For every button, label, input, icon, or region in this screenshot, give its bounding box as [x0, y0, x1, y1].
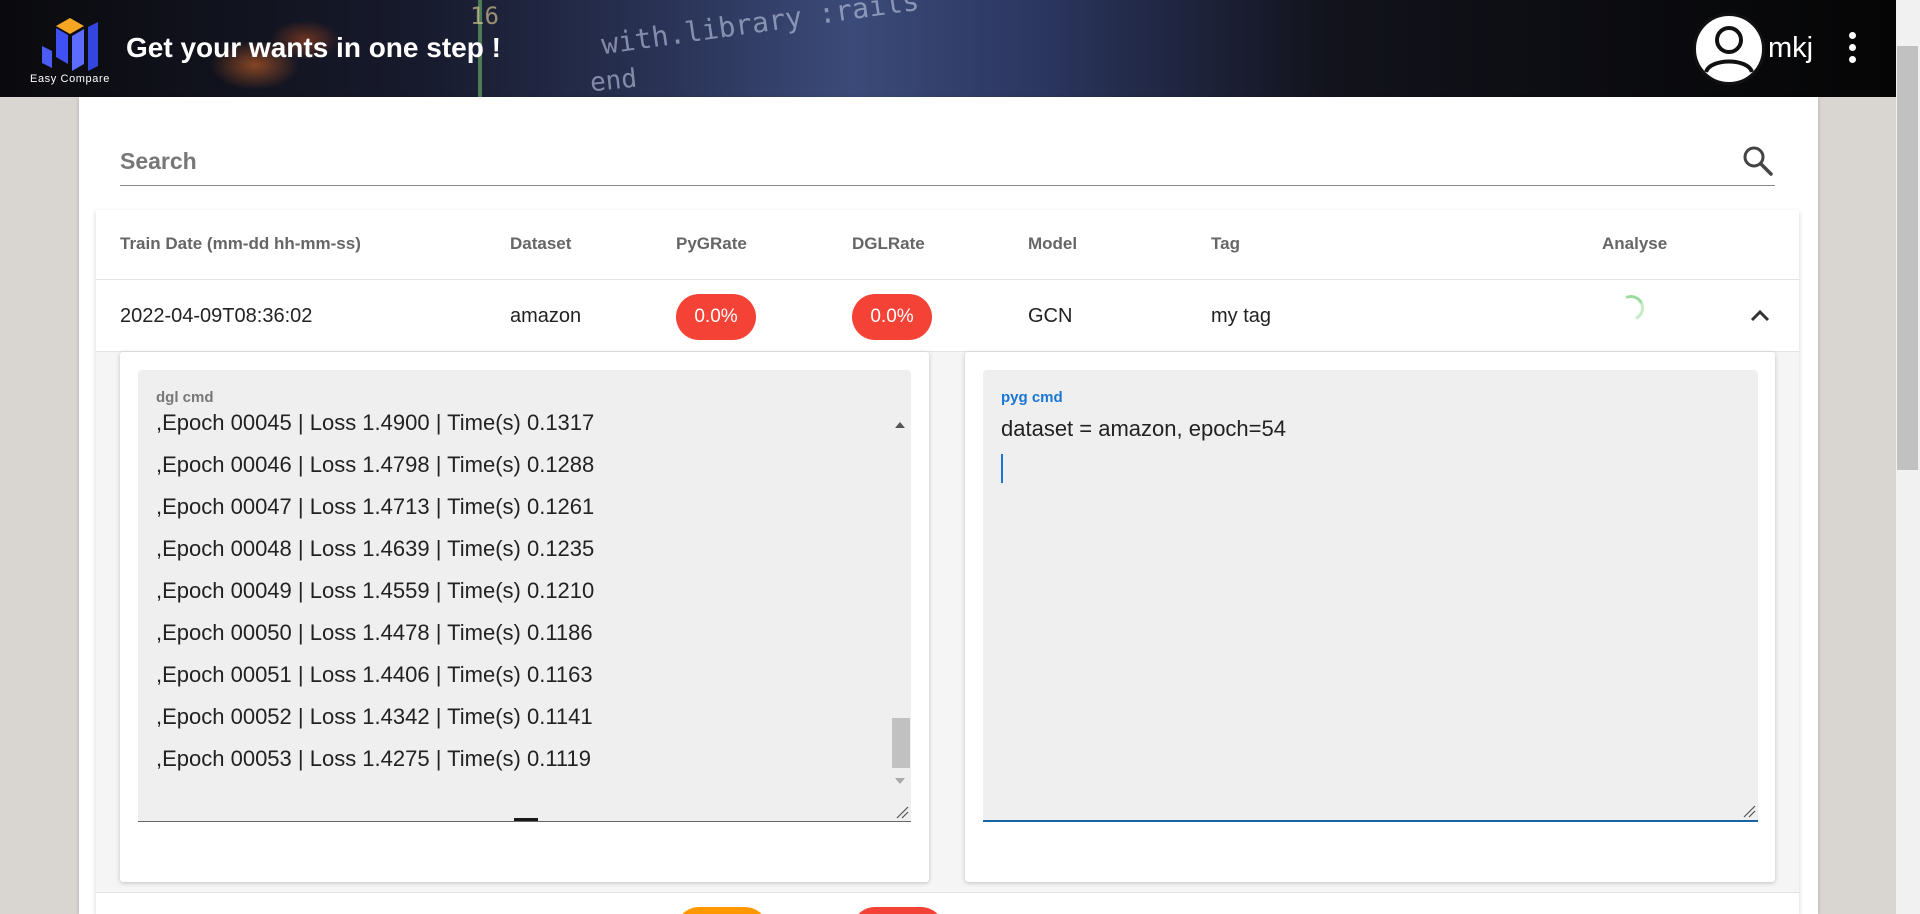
column-header-train-date[interactable]: Train Date (mm-dd hh-mm-ss) — [120, 234, 361, 254]
pyg-rate-badge: 0.0% — [676, 294, 756, 340]
dgl-cmd-log: ,Epoch 00045 | Loss 1.4900 | Time(s) 0.1… — [156, 410, 876, 788]
text-cursor — [1001, 454, 1003, 483]
page-scrollbar[interactable] — [1896, 0, 1920, 914]
dgl-rate-badge — [852, 907, 944, 914]
tag-cell: my tag — [1211, 305, 1272, 327]
results-table: Train Date (mm-dd hh-mm-ss) Dataset PyGR… — [96, 210, 1799, 914]
column-header-pygrate[interactable]: PyGRate — [676, 234, 747, 254]
text-cursor-mark — [514, 818, 538, 821]
avatar[interactable] — [1693, 13, 1765, 85]
page-title: Get your wants in one step ! — [126, 32, 501, 63]
column-header-tag[interactable]: Tag — [1211, 234, 1240, 254]
table-header: Train Date (mm-dd hh-mm-ss) Dataset PyGR… — [96, 210, 1799, 280]
table-row[interactable]: 2022-04-09T08:36:02 amazon 0.0% 0.0% GCN… — [96, 280, 1799, 352]
dgl-cmd-textarea[interactable]: dgl cmd ,Epoch 00045 | Loss 1.4900 | Tim… — [138, 370, 911, 822]
textarea-scrollbar-thumb[interactable] — [892, 718, 910, 768]
app-header: 16 with.library :rails end Easy Compare … — [0, 0, 1896, 97]
pyg-cmd-value[interactable]: dataset = amazon, epoch=54 — [1001, 416, 1286, 442]
log-line: ,Epoch 00045 | Loss 1.4900 | Time(s) 0.1… — [156, 410, 595, 435]
resize-handle-icon[interactable] — [895, 805, 909, 819]
account-circle-icon — [1704, 26, 1754, 73]
scroll-up-arrow-icon[interactable] — [895, 422, 905, 428]
pyg-cmd-panel: pyg cmd dataset = amazon, epoch=54 — [965, 352, 1775, 882]
dgl-rate-badge: 0.0% — [852, 294, 932, 340]
logo-caption: Easy Compare — [30, 73, 110, 85]
dgl-cmd-label: dgl cmd — [156, 389, 214, 406]
chevron-up-icon[interactable] — [1742, 298, 1778, 334]
table-row[interactable] — [96, 892, 1799, 914]
loading-spinner — [1614, 291, 1648, 325]
scroll-down-arrow-icon[interactable] — [895, 778, 905, 784]
log-line: ,Epoch 00049 | Loss 1.4559 | Time(s) 0.1… — [156, 578, 595, 603]
resize-handle-icon[interactable] — [1742, 804, 1756, 818]
log-line: ,Epoch 00046 | Loss 1.4798 | Time(s) 0.1… — [156, 452, 595, 477]
log-line: ,Epoch 00050 | Loss 1.4478 | Time(s) 0.1… — [156, 620, 593, 645]
header-background-code: 16 — [470, 2, 499, 30]
column-header-analyse: Analyse — [1602, 234, 1668, 253]
header-background-code: end — [588, 63, 639, 97]
search-input[interactable] — [120, 146, 1720, 176]
pyg-rate-badge — [676, 907, 768, 914]
search-icon[interactable] — [1741, 144, 1775, 178]
column-header-model[interactable]: Model — [1028, 234, 1077, 254]
column-header-dataset[interactable]: Dataset — [510, 234, 571, 254]
log-line: ,Epoch 00053 | Loss 1.4275 | Time(s) 0.1… — [156, 746, 591, 771]
log-line: ,Epoch 00048 | Loss 1.4639 | Time(s) 0.1… — [156, 536, 595, 561]
log-line: ,Epoch 00052 | Loss 1.4342 | Time(s) 0.1… — [156, 704, 593, 729]
more-vert-icon[interactable] — [1840, 28, 1864, 68]
train-date-cell: 2022-04-09T08:36:02 — [120, 305, 313, 327]
column-header-dglrate[interactable]: DGLRate — [852, 234, 925, 254]
pyg-cmd-textarea[interactable]: pyg cmd dataset = amazon, epoch=54 — [983, 370, 1758, 822]
header-background-code: with.library :rails — [599, 0, 922, 62]
dataset-cell: amazon — [510, 305, 582, 327]
pyg-cmd-label: pyg cmd — [1001, 389, 1063, 406]
page-scrollbar-thumb[interactable] — [1897, 46, 1918, 470]
dgl-cmd-panel: dgl cmd ,Epoch 00045 | Loss 1.4900 | Tim… — [120, 352, 929, 882]
search-bar — [120, 134, 1775, 186]
log-line: ,Epoch 00051 | Loss 1.4406 | Time(s) 0.1… — [156, 662, 593, 687]
model-cell: GCN — [1028, 305, 1073, 327]
username[interactable]: mkj — [1768, 32, 1813, 65]
row-detail-panel: dgl cmd ,Epoch 00045 | Loss 1.4900 | Tim… — [96, 352, 1799, 892]
textarea-scrollbar[interactable] — [889, 410, 911, 821]
log-line: ,Epoch 00047 | Loss 1.4713 | Time(s) 0.1… — [156, 494, 595, 519]
